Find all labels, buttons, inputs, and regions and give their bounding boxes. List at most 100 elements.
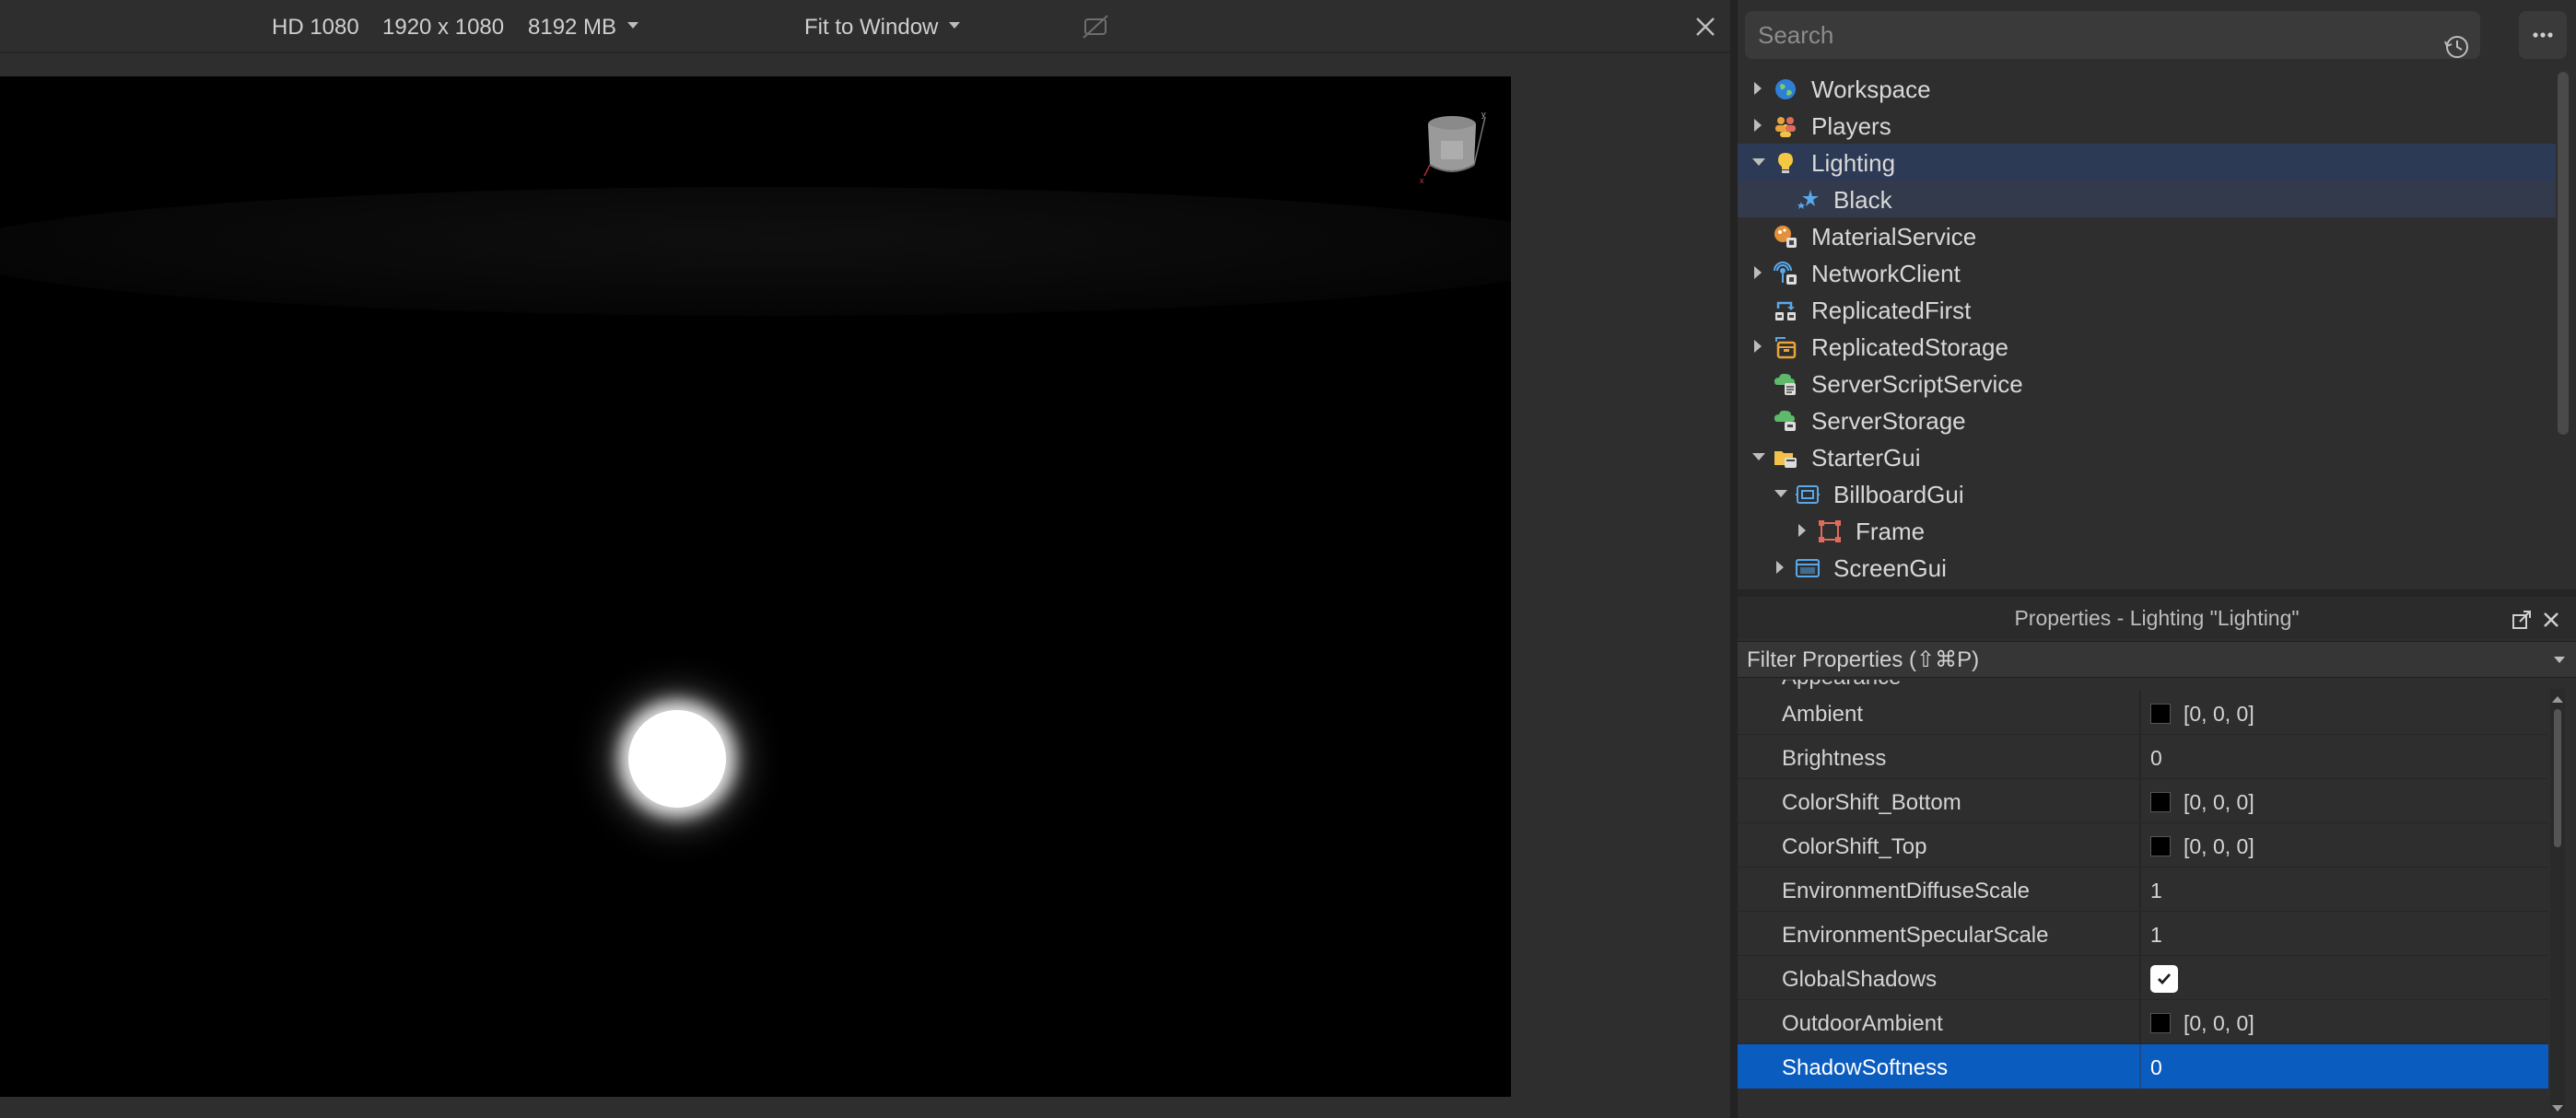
prop-name: EnvironmentDiffuseScale	[1782, 879, 2031, 903]
prop-name: Ambient	[1782, 702, 1864, 727]
close-icon[interactable]	[1692, 13, 1719, 41]
filter-properties-input[interactable]	[1747, 646, 2502, 675]
tree-item-network-client[interactable]: NetworkClient	[1738, 254, 2556, 291]
collapse-arrow-icon[interactable]	[1752, 158, 1765, 166]
properties-scroll-thumb[interactable]	[2554, 709, 2561, 847]
tree-item-label: ReplicatedFirst	[1811, 297, 1972, 324]
tree-item-material-service[interactable]: MaterialService	[1738, 217, 2556, 254]
properties-title: Properties - Lighting "Lighting"	[2014, 606, 2300, 630]
tree-item-black[interactable]: Black	[1738, 181, 2556, 217]
explorer-tree: Workspace Players Lighting Black Materia…	[1738, 70, 2556, 584]
expand-arrow-icon[interactable]	[1754, 119, 1762, 132]
scroll-up-icon[interactable]	[2552, 696, 2563, 703]
tree-item-label: BillboardGui	[1833, 481, 1964, 508]
color-swatch[interactable]	[2150, 792, 2171, 812]
tree-item-billboard-gui[interactable]: BillboardGui	[1738, 475, 2556, 512]
tree-item-label: ServerScriptService	[1811, 370, 2023, 398]
players-icon	[1775, 117, 1796, 137]
prop-row-environment-diffuse-scale[interactable]: EnvironmentDiffuseScale 1	[1738, 868, 2548, 912]
column-divider	[2139, 912, 2141, 956]
tree-item-label: ScreenGui	[1833, 554, 1947, 582]
prop-row-shadow-softness[interactable]: ShadowSoftness 0	[1738, 1044, 2548, 1089]
column-divider	[2139, 735, 2141, 779]
prop-value[interactable]: [0, 0, 0]	[2184, 790, 2254, 815]
tree-item-server-script-service[interactable]: ServerScriptService	[1738, 365, 2556, 402]
prop-value[interactable]: [0, 0, 0]	[2184, 834, 2254, 859]
close-icon[interactable]	[2541, 610, 2561, 630]
expand-arrow-icon[interactable]	[1754, 340, 1762, 353]
fit-mode-value: Fit to Window	[804, 15, 939, 40]
tree-item-replicated-storage[interactable]: ReplicatedStorage	[1738, 328, 2556, 365]
chevron-down-icon	[949, 22, 961, 29]
scroll-down-icon[interactable]	[2552, 1105, 2563, 1112]
tree-item-label: ReplicatedStorage	[1811, 333, 2008, 361]
color-swatch[interactable]	[2150, 836, 2171, 856]
frame-icon	[1819, 520, 1841, 542]
explorer-search	[1745, 11, 2480, 59]
device-name[interactable]: HD 1080	[272, 15, 359, 41]
prop-value[interactable]: 0	[2150, 746, 2162, 771]
prop-row-global-shadows[interactable]: GlobalShadows	[1738, 956, 2548, 1000]
screen-gui-icon	[1796, 559, 1820, 577]
prop-value[interactable]: [0, 0, 0]	[2184, 702, 2254, 727]
chevron-down-icon	[627, 22, 639, 29]
sky-icon	[1797, 190, 1819, 209]
prop-name: Brightness	[1782, 746, 1887, 771]
collapse-arrow-icon[interactable]	[1752, 453, 1765, 460]
category-header[interactable]: Appearance	[1782, 680, 1901, 691]
search-input[interactable]	[1758, 18, 2348, 52]
expand-arrow-icon[interactable]	[1754, 266, 1762, 279]
view-cube-icon[interactable]: y x	[1417, 108, 1491, 191]
lightbulb-icon	[1778, 153, 1793, 173]
prop-row-ambient[interactable]: Ambient [0, 0, 0]	[1738, 691, 2548, 735]
color-swatch[interactable]	[2150, 704, 2171, 724]
prop-value[interactable]: 1	[2150, 923, 2162, 948]
rotate-device-icon[interactable]	[1080, 13, 1111, 41]
sun	[628, 710, 726, 808]
prop-row-colorshift-bottom[interactable]: ColorShift_Bottom [0, 0, 0]	[1738, 779, 2548, 823]
server-script-service-icon	[1774, 373, 1796, 395]
global-shadows-checkbox[interactable]	[2150, 965, 2178, 993]
expand-arrow-icon[interactable]	[1798, 524, 1806, 537]
chevron-down-icon[interactable]	[2554, 657, 2565, 663]
tree-item-label: Players	[1811, 112, 1891, 140]
prop-name: OutdoorAmbient	[1782, 1011, 1943, 1036]
collapse-arrow-icon[interactable]	[1774, 490, 1787, 497]
expand-arrow-icon[interactable]	[1754, 82, 1762, 95]
network-client-icon	[1774, 262, 1797, 285]
undock-icon[interactable]	[2512, 610, 2532, 630]
tree-item-starter-gui[interactable]: StarterGui	[1738, 438, 2556, 475]
prop-row-colorshift-top[interactable]: ColorShift_Top [0, 0, 0]	[1738, 823, 2548, 868]
prop-row-outdoor-ambient[interactable]: OutdoorAmbient [0, 0, 0]	[1738, 1000, 2548, 1044]
prop-value[interactable]: 0	[2150, 1055, 2162, 1080]
viewport-pane: HD 1080 1920 x 1080 8192 MB Fit to Windo…	[0, 0, 1730, 1118]
tree-item-replicated-first[interactable]: ReplicatedFirst	[1738, 291, 2556, 328]
game-viewport[interactable]: y x	[0, 76, 1511, 1097]
tree-item-frame[interactable]: Frame	[1738, 512, 2556, 549]
tree-item-players[interactable]: Players	[1738, 107, 2556, 144]
prop-name: EnvironmentSpecularScale	[1782, 923, 2049, 948]
server-storage-icon	[1774, 410, 1796, 431]
prop-row-brightness[interactable]: Brightness 0	[1738, 735, 2548, 779]
column-divider	[2139, 691, 2141, 735]
tree-item-screen-gui[interactable]: ScreenGui	[1738, 549, 2556, 584]
panel-splitter[interactable]	[1738, 589, 2576, 597]
memory-dropdown[interactable]: 8192 MB	[528, 15, 639, 41]
prop-row-environment-specular-scale[interactable]: EnvironmentSpecularScale 1	[1738, 912, 2548, 956]
globe-icon	[1775, 79, 1796, 99]
more-options-button[interactable]	[2519, 11, 2567, 59]
color-swatch[interactable]	[2150, 1013, 2171, 1033]
history-icon[interactable]	[2443, 33, 2471, 61]
pane-splitter[interactable]	[1730, 0, 1738, 1118]
tree-item-workspace[interactable]: Workspace	[1738, 70, 2556, 107]
prop-value[interactable]: [0, 0, 0]	[2184, 1011, 2254, 1036]
properties-grid: Appearance Ambient [0, 0, 0] Brightness …	[1738, 680, 2548, 1118]
column-divider	[2139, 956, 2141, 1000]
replicated-first-icon	[1775, 301, 1796, 320]
expand-arrow-icon[interactable]	[1776, 561, 1784, 574]
tree-item-server-storage[interactable]: ServerStorage	[1738, 402, 2556, 438]
fit-dropdown[interactable]: Fit to Window	[804, 15, 961, 41]
prop-value[interactable]: 1	[2150, 879, 2162, 903]
tree-item-lighting[interactable]: Lighting	[1738, 144, 2556, 181]
explorer-scrollbar[interactable]	[2558, 72, 2569, 435]
